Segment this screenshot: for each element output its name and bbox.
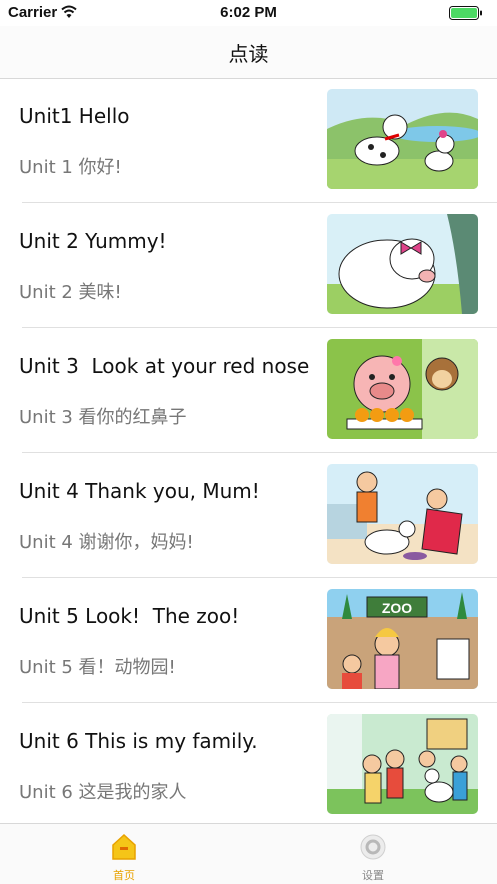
unit-subtitle: Unit 4 谢谢你，妈妈!: [19, 532, 194, 553]
settings-icon: [360, 834, 386, 860]
unit-subtitle: Unit 3 看你的红鼻子: [19, 407, 187, 428]
family-kitchen-picture: [327, 464, 478, 564]
unit-row-3[interactable]: Unit 3 Look at your red nose Unit 3 看你的红…: [0, 328, 497, 453]
page-title: 点读: [228, 42, 269, 66]
unit-subtitle: Unit 1 你好!: [19, 157, 122, 178]
unit-title: Unit 3 Look at your red nose: [19, 354, 310, 378]
unit-title: Unit 2 Yummy!: [19, 229, 167, 253]
unit-subtitle: Unit 2 美味!: [19, 282, 122, 303]
unit-subtitle: Unit 6 这是我的家人: [19, 782, 187, 803]
tab-settings[interactable]: 设置: [293, 824, 453, 884]
svg-text:ZOO: ZOO: [382, 600, 412, 616]
unit-list[interactable]: Unit1 Hello Unit 1 你好! Unit 2 Yummy! Uni…: [0, 78, 497, 828]
unit-row-2[interactable]: Unit 2 Yummy! Unit 2 美味!: [0, 203, 497, 328]
unit-title: Unit1 Hello: [19, 104, 130, 128]
unit-row-1[interactable]: Unit1 Hello Unit 1 你好!: [0, 78, 497, 203]
dalmatian-and-poodle-picture: [327, 89, 478, 189]
battery-icon: [449, 6, 482, 20]
family-with-dog-picture: [327, 714, 478, 814]
unit-row-5[interactable]: Unit 5 Look! The zoo! Unit 5 看！动物园! ZOO: [0, 578, 497, 703]
navigation-bar: 点读: [0, 26, 497, 79]
unit-title: Unit 4 Thank you, Mum!: [19, 479, 260, 503]
unit-title: Unit 5 Look! The zoo!: [19, 604, 240, 628]
tab-settings-label: 设置: [362, 869, 384, 882]
unit-title: Unit 6 This is my family.: [19, 729, 258, 753]
unit-subtitle: Unit 5 看！动物园!: [19, 657, 176, 678]
tab-bar: 首页 设置: [0, 823, 497, 884]
tab-home-label: 首页: [113, 869, 135, 882]
tab-home[interactable]: 首页: [44, 824, 204, 884]
status-bar: Carrier 6:02 PM: [0, 0, 497, 26]
unit-row-6[interactable]: Unit 6 This is my family. Unit 6 这是我的家人: [0, 703, 497, 828]
pig-and-monkey-picture: [327, 339, 478, 439]
poodle-with-bow-picture: [327, 214, 478, 314]
unit-row-4[interactable]: Unit 4 Thank you, Mum! Unit 4 谢谢你，妈妈!: [0, 453, 497, 578]
status-time: 6:02 PM: [220, 4, 277, 21]
home-icon: [112, 833, 136, 860]
zoo-gate-picture: ZOO: [327, 589, 478, 689]
